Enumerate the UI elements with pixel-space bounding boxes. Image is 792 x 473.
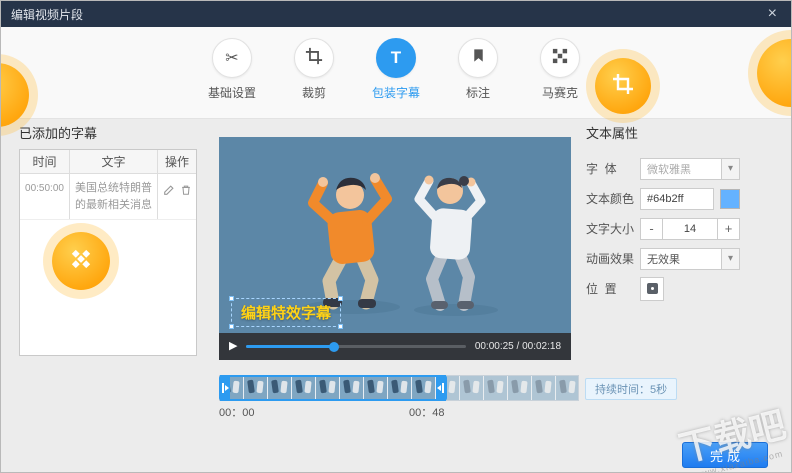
animation-select-value: 无效果 — [647, 253, 680, 266]
tool-label: 标注 — [465, 86, 490, 100]
time-display: 00:00:25 / 00:02:18 — [474, 341, 561, 352]
close-icon[interactable]: × — [764, 1, 781, 27]
tool-crop-circle — [294, 38, 334, 78]
titlebar: 编辑视频片段 × — [1, 1, 791, 27]
animation-select[interactable]: 无效果 ▾ — [640, 247, 740, 270]
column-header-time: 时间 — [20, 150, 70, 173]
color-swatch[interactable] — [720, 188, 740, 209]
tool-mosaic-circle — [540, 38, 580, 78]
bookmark-icon — [471, 48, 486, 68]
progress-thumb[interactable] — [329, 341, 340, 352]
font-label: 字 体 — [586, 162, 617, 176]
tool-mosaic[interactable]: 马赛克 — [533, 38, 587, 118]
text-size-stepper: - 14 + — [640, 217, 740, 240]
delete-trash-icon[interactable] — [180, 184, 192, 196]
tool-basic-settings[interactable]: ✂ 基础设置 — [205, 38, 259, 118]
tool-subtitle-packaging[interactable]: T 包装字幕 — [369, 38, 423, 118]
text-tool-icon: T — [390, 48, 402, 67]
tool-crop[interactable]: 裁剪 — [287, 38, 341, 118]
tool-annotation[interactable]: 标注 — [451, 38, 505, 118]
progress-bar[interactable] — [246, 341, 466, 352]
resize-handle-icon[interactable] — [229, 324, 234, 329]
mosaic-icon — [69, 247, 93, 276]
resize-handle-icon[interactable] — [338, 296, 344, 301]
text-size-label: 文字大小 — [586, 222, 635, 236]
decor-circle-mosaic — [52, 232, 110, 290]
position-icon — [646, 283, 658, 294]
tool-basic-settings-circle: ✂ — [212, 38, 252, 78]
timeline[interactable] — [219, 375, 579, 401]
text-properties-panel: 文本属性 字 体 微软雅黑 ▾ 文本颜色 #64b2ff 文字大小 - 14 +… — [586, 123, 776, 307]
subtitle-row-operations — [158, 174, 196, 219]
tool-label: 马赛克 — [541, 86, 578, 100]
text-color-label: 文本颜色 — [586, 192, 635, 206]
position-row: 位 置 — [586, 276, 776, 301]
video-preview[interactable]: 编辑特效字幕 — [219, 137, 571, 333]
decor-circle-crop — [595, 58, 651, 114]
position-label: 位 置 — [586, 282, 617, 296]
crop-icon — [305, 47, 323, 70]
video-controls-bar: ▶ 00:00:25 / 00:02:18 — [219, 333, 571, 360]
duration-tooltip: 持续时间：5秒 — [585, 378, 678, 400]
tool-annotation-circle — [458, 38, 498, 78]
video-player: 编辑特效字幕 ▶ 00:00:25 / 00:02:18 — [219, 137, 571, 360]
timeline-time-mid: 00：48 — [409, 407, 445, 419]
font-select-value: 微软雅黑 — [647, 163, 691, 176]
subtitle-row[interactable]: 00:50:00 美国总统特朗普的最新相关消息 — [20, 174, 196, 220]
tool-label: 包装字幕 — [371, 86, 420, 100]
scissors-icon: ✂ — [225, 50, 239, 67]
subtitle-row-time: 00:50:00 — [20, 174, 70, 219]
animation-label: 动画效果 — [586, 252, 635, 266]
timeline-unselected-area — [445, 376, 578, 400]
chevron-down-icon[interactable]: ▾ — [721, 248, 739, 269]
window-title: 编辑视频片段 — [11, 7, 84, 22]
text-color-input[interactable]: #64b2ff — [640, 187, 714, 210]
text-color-row: 文本颜色 #64b2ff — [586, 187, 776, 210]
tool-label: 裁剪 — [301, 86, 326, 100]
timeline-time-start: 00：00 — [219, 407, 255, 419]
subtitle-table-header: 时间 文字 操作 — [20, 150, 196, 174]
progress-fill — [246, 341, 340, 352]
subtitle-overlay-text: 编辑特效字幕 — [241, 305, 332, 322]
size-plus-button[interactable]: + — [717, 218, 739, 239]
play-icon[interactable]: ▶ — [229, 341, 237, 352]
subtitle-overlay[interactable]: 编辑特效字幕 — [229, 296, 344, 329]
mosaic-icon — [552, 48, 568, 69]
font-row: 字 体 微软雅黑 ▾ — [586, 157, 776, 180]
edit-video-clip-dialog: 编辑视频片段 × ✂ 基础设置 裁剪 T 包装字幕 标注 马赛克 已添加的字幕 … — [0, 0, 792, 473]
size-value: 14 — [683, 222, 697, 235]
resize-handle-icon[interactable] — [229, 296, 234, 301]
edit-pencil-icon[interactable] — [163, 184, 175, 196]
trim-handle-right-icon[interactable] — [435, 375, 447, 401]
column-header-operation: 操作 — [164, 155, 189, 169]
subtitle-list-title: 已添加的字幕 — [19, 126, 98, 141]
toolbar: ✂ 基础设置 裁剪 T 包装字幕 标注 马赛克 — [1, 27, 791, 119]
text-properties-title: 文本属性 — [586, 126, 639, 141]
position-button[interactable] — [640, 276, 664, 301]
tool-label: 基础设置 — [207, 86, 256, 100]
trim-handle-left-icon[interactable] — [219, 375, 230, 401]
subtitle-row-text: 美国总统特朗普的最新相关消息 — [70, 174, 158, 219]
done-button[interactable]: 完成 — [682, 442, 768, 468]
tool-subtitle-circle: T — [376, 38, 416, 78]
size-minus-button[interactable]: - — [641, 218, 663, 239]
chevron-down-icon[interactable]: ▾ — [721, 158, 739, 179]
animation-row: 动画效果 无效果 ▾ — [586, 247, 776, 270]
font-select[interactable]: 微软雅黑 ▾ — [640, 157, 740, 180]
resize-handle-icon[interactable] — [338, 324, 344, 329]
crop-icon — [612, 73, 634, 100]
column-header-text: 文字 — [70, 150, 158, 173]
text-size-row: 文字大小 - 14 + — [586, 217, 776, 240]
timeline-selection[interactable] — [219, 375, 447, 401]
